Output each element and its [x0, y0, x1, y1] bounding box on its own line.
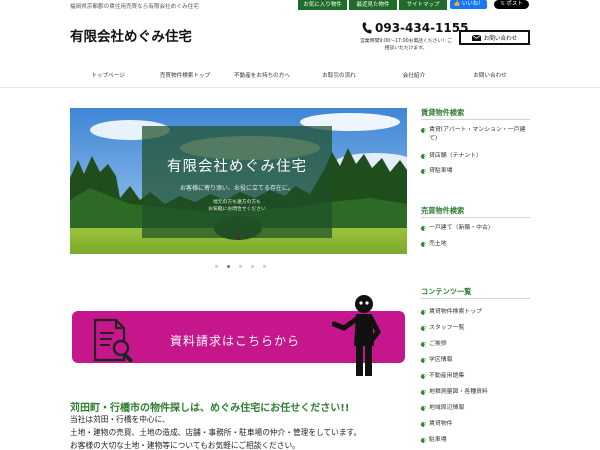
site-tagline: 福岡県京都郡の賃住用売買なら有限会社めぐみ住宅 — [70, 4, 199, 10]
sidebar-item-house[interactable]: 一戸建て（新築・中古） — [421, 224, 530, 233]
business-hours: 営業時間9:00～17:00お電話ください！ご 相談いただけます。 — [356, 38, 456, 52]
favorites-link[interactable]: お気に入り物件 — [298, 0, 347, 10]
recently-viewed-link[interactable]: 最近見た物件 — [349, 0, 397, 10]
nav-item-flow[interactable]: お取引の流れ — [322, 71, 356, 79]
sidebar-item-label: 学区情報 — [429, 357, 453, 363]
document-request-banner[interactable]: 資料請求はこちらから — [70, 292, 407, 378]
hero-subtitle: お客様に寄り添い、お役に立てる存在に。 — [179, 185, 294, 192]
sidebar-item-label: 賃貸物件検索トップ — [429, 309, 483, 315]
intro-line-3: お客様の大切な土地・建物等についてもお気軽にご相談ください。 — [70, 441, 300, 450]
sidebar-item-rental-parking[interactable]: 貸駐車場 — [421, 167, 530, 176]
chevron-right-icon — [421, 242, 426, 247]
sidebar-item-content[interactable]: 地域周辺情報 — [421, 404, 530, 413]
hero-note-2: お気軽にお問合せください — [208, 207, 266, 212]
top-links: お気に入り物件 最近見た物件 サイトマップ — [298, 0, 447, 10]
chevron-right-icon — [421, 154, 426, 159]
sidebar-item-content[interactable]: 地積測量図・各種資料 — [421, 388, 530, 397]
chevron-right-icon — [421, 358, 426, 363]
sidebar-item-content[interactable]: 駐車場 — [421, 436, 530, 445]
sidebar-divider — [421, 119, 530, 120]
sidebar-item-label: 不動産用語集 — [429, 373, 465, 379]
nav-item-sales-search[interactable]: 売買物件検索トップ — [160, 71, 210, 79]
sidebar-item-label: 賃貸(アパート・マンション・一戸建て) — [429, 127, 526, 142]
mail-icon — [471, 34, 481, 41]
banner-label: 資料請求はこちらから — [170, 334, 301, 348]
sidebar-item-label: 貸駐車場 — [429, 168, 453, 174]
sidebar-heading-sales: 売買物件検索 — [421, 206, 465, 215]
chevron-right-icon — [421, 390, 426, 395]
hours-line-1: 営業時間9:00～17:00お電話ください！ご — [360, 39, 452, 44]
sidebar-item-content[interactable]: 不動産用語集 — [421, 372, 530, 381]
nav-item-contact[interactable]: お問い合わせ — [473, 71, 507, 79]
phone-number[interactable]: 093-434-1155 — [375, 21, 468, 35]
sidebar-item-content[interactable]: 賃貸物件検索トップ — [421, 308, 530, 317]
chevron-right-icon — [421, 326, 426, 331]
chevron-right-icon — [421, 422, 426, 427]
chevron-right-icon — [421, 438, 426, 443]
main-heading: 苅田町・行橋市の物件探しは、めぐみ住宅にお任せください!! — [70, 403, 350, 414]
phone-icon — [362, 22, 372, 34]
slider-dot-active[interactable] — [227, 265, 230, 268]
sidebar-item-label: 地積測量図・各種資料 — [429, 389, 488, 395]
nav-item-company[interactable]: 会社紹介 — [403, 71, 425, 79]
chevron-right-icon — [421, 226, 426, 231]
sidebar-item-rental-housing[interactable]: 賃貸(アパート・マンション・一戸建て) — [421, 126, 530, 144]
chevron-right-icon — [421, 342, 426, 347]
sidebar-item-rental-shop[interactable]: 貸店舗（テナント） — [421, 152, 530, 161]
hero-title: 有限会社めぐみ住宅 — [167, 159, 307, 175]
chevron-right-icon — [421, 310, 426, 315]
slider-dot[interactable] — [263, 265, 266, 268]
site-logo-title[interactable]: 有限会社めぐみ住宅 — [70, 25, 192, 45]
sidebar-item-content[interactable]: 学区情報 — [421, 356, 530, 365]
sidebar-item-label: 貸店舗（テナント） — [429, 153, 483, 159]
facebook-like-button[interactable]: 👍 いいね！ — [450, 0, 487, 9]
chevron-right-icon — [421, 374, 426, 379]
chevron-right-icon — [421, 169, 426, 174]
global-nav: トップページ 売買物件検索トップ 不動産をお持ちの方へ お取引の流れ 会社紹介 … — [0, 62, 600, 88]
phone-block: 093-434-1155 — [362, 21, 468, 35]
hero-slider[interactable]: 有限会社めぐみ住宅 お客様に寄り添い、お役に立てる存在に。 地元の方も遠方の方も… — [70, 108, 407, 254]
sidebar-item-label: ご挨拶 — [429, 341, 447, 347]
intro-line-2: 土地・建物の売買、土地の造成、店舗・事務所・駐車場の仲介・管理をしています。 — [70, 428, 362, 437]
sidebar-heading-contents: コンテンツ一覧 — [421, 287, 472, 296]
hours-line-2: 相談いただけます。 — [384, 46, 428, 51]
sitemap-link[interactable]: サイトマップ — [399, 0, 447, 10]
slider-dot[interactable] — [215, 265, 218, 268]
contact-button-label: お問い合わせ — [483, 35, 518, 42]
sidebar-item-content[interactable]: スタッフ一覧 — [421, 324, 530, 333]
nav-item-owners[interactable]: 不動産をお持ちの方へ — [234, 71, 290, 79]
sidebar-item-label: 売土地 — [429, 241, 447, 247]
sidebar-item-label: 地域周辺情報 — [429, 405, 465, 411]
sidebar-item-label: 一戸建て（新築・中古） — [429, 225, 494, 231]
hero-note-1: 地元の方も遠方の方も — [213, 200, 261, 205]
chevron-right-icon — [421, 128, 426, 133]
x-post-button[interactable]: 𝕏 ポスト — [494, 0, 529, 9]
contact-button[interactable]: お問い合わせ — [459, 30, 530, 45]
chevron-right-icon — [421, 406, 426, 411]
slider-dot[interactable] — [239, 265, 242, 268]
sidebar-item-label: 賃貸物件 — [429, 421, 453, 427]
document-search-icon — [93, 318, 134, 363]
sidebar-divider — [421, 217, 530, 218]
sidebar-item-land[interactable]: 売土地 — [421, 240, 530, 249]
sidebar-heading-rental: 賃貸物件検索 — [421, 108, 465, 117]
slider-dot[interactable] — [251, 265, 254, 268]
intro-line-1: 当社は苅田・行橋を中心に、 — [70, 415, 170, 424]
slider-dots — [215, 265, 266, 268]
sidebar-item-content[interactable]: ご挨拶 — [421, 340, 530, 349]
sidebar-item-label: 駐車場 — [429, 437, 447, 443]
top-strip: 福岡県京都郡の賃住用売買なら有限会社めぐみ住宅 お気に入り物件 最近見た物件 サ… — [0, 0, 600, 12]
sidebar-item-content[interactable]: 賃貸物件 — [421, 420, 530, 429]
nav-item-top[interactable]: トップページ — [91, 71, 124, 79]
sidebar-divider — [421, 298, 530, 299]
pointing-figure-icon — [332, 295, 381, 376]
hero-caption-box: 有限会社めぐみ住宅 お客様に寄り添い、お役に立てる存在に。 地元の方も遠方の方も… — [142, 126, 332, 238]
sidebar-item-label: スタッフ一覧 — [429, 325, 465, 331]
